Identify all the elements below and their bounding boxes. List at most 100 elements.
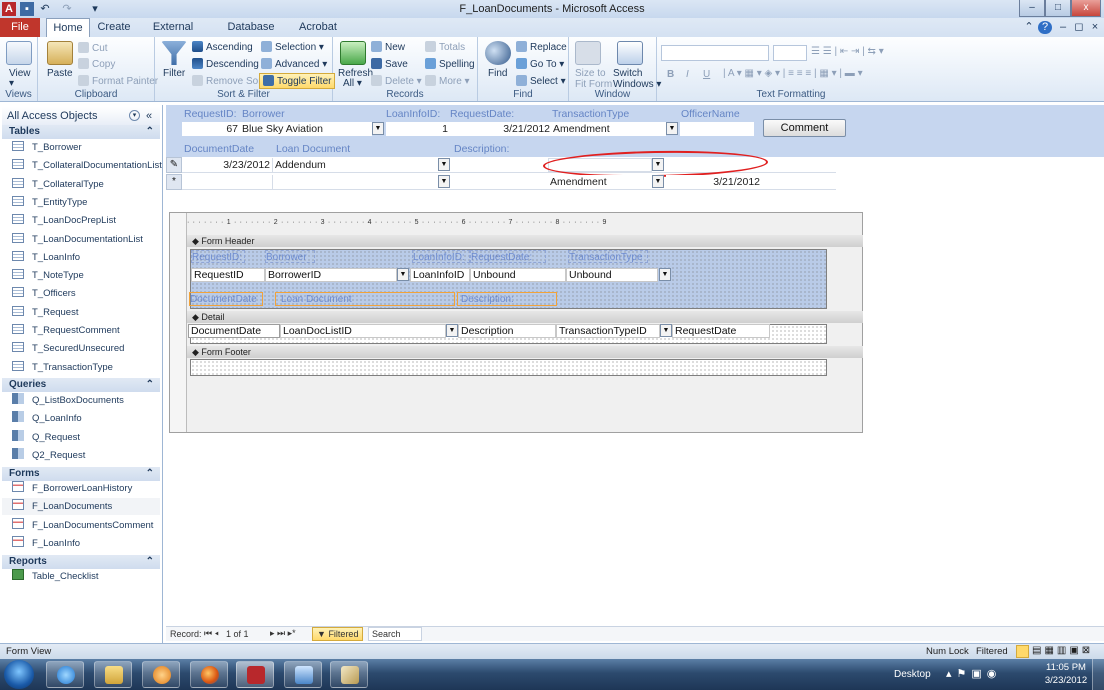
row2-description[interactable] (452, 175, 546, 189)
select-button[interactable]: Select ▾ (516, 75, 566, 87)
desktop-toolbar[interactable]: Desktop (894, 669, 931, 680)
nav-item-f_loandocumentscomment[interactable]: F_LoanDocumentsComment (12, 517, 153, 534)
copy-button[interactable]: Copy (78, 58, 115, 70)
font-size-combo[interactable] (773, 45, 807, 61)
toggle-filter-button[interactable]: Toggle Filter (259, 73, 336, 89)
comment-button[interactable]: Comment (763, 119, 846, 137)
officername-field[interactable] (680, 122, 754, 136)
borrower-combo[interactable]: Blue Sky Aviation (240, 122, 372, 136)
goto-button[interactable]: Go To ▾ (516, 58, 564, 70)
taskbar-media-player[interactable] (142, 661, 180, 688)
design-ctl-transactiontype[interactable]: Unbound (566, 268, 658, 282)
nav-section-tables[interactable]: Tables ⌃ (2, 125, 160, 139)
underline-button[interactable]: U (703, 69, 710, 80)
tray-icons[interactable]: ▴⚑▣◉ (946, 667, 1001, 680)
first-record-icon[interactable]: ⏮ ◂ (204, 628, 219, 639)
taskbar-remote[interactable] (284, 661, 322, 688)
design-detail-section[interactable]: ◆ Detail (187, 311, 863, 323)
nav-item-t_loandocpreplist[interactable]: T_LoanDocPrepList (12, 212, 116, 229)
nav-item-t_request[interactable]: T_Request (12, 304, 78, 321)
row2-type-combo[interactable]: Amendment (548, 175, 652, 189)
design-label-requestdate[interactable]: RequestDate: (470, 250, 546, 263)
paste-button[interactable]: Paste (47, 68, 73, 79)
record-selector-new[interactable]: * (166, 174, 182, 190)
close-button[interactable]: x (1071, 0, 1101, 17)
refresh-all-button[interactable]: All ▾ (343, 78, 362, 89)
nav-item-t_loaninfo[interactable]: T_LoanInfo (12, 249, 80, 266)
nav-item-t_requestcomment[interactable]: T_RequestComment (12, 322, 120, 339)
nav-item-t_notetype[interactable]: T_NoteType (12, 267, 84, 284)
size-to-fit-button[interactable]: Size to Fit Form (575, 68, 612, 90)
tab-home[interactable]: Home (46, 18, 90, 37)
cut-button[interactable]: Cut (78, 42, 108, 54)
taskbar-paint[interactable] (330, 661, 368, 688)
row2-date[interactable]: 3/21/2012 (666, 175, 762, 189)
design-ctl-requestid[interactable]: RequestID (191, 268, 265, 282)
design-ctl-requestdate[interactable]: Unbound (470, 268, 566, 282)
nav-pane-header[interactable]: All Access Objects ▾ « (2, 107, 160, 125)
show-desktop-button[interactable] (1092, 659, 1104, 690)
filtered-toggle[interactable]: ▼ Filtered (312, 627, 364, 641)
design-label-requestid[interactable]: RequestID: (191, 250, 245, 263)
design-ctl-transactiontypeid[interactable]: TransactionTypeID (556, 324, 660, 338)
switch-windows-button[interactable]: Switch Windows ▾ (613, 68, 661, 90)
shutter-bar-icon[interactable]: « (146, 107, 152, 125)
form-view-icon[interactable] (1016, 645, 1029, 658)
nav-item-f_loaninfo[interactable]: F_LoanInfo (12, 535, 80, 552)
design-ctl-description[interactable]: Description (458, 324, 556, 338)
ascending-button[interactable]: Ascending (192, 41, 253, 53)
record-position[interactable]: 1 of 1 (226, 629, 249, 639)
italic-button[interactable]: I (686, 69, 689, 80)
taskbar-ie[interactable] (46, 661, 84, 688)
nav-item-table_checklist[interactable]: Table_Checklist (12, 568, 99, 585)
descending-button[interactable]: Descending (192, 58, 259, 70)
doc-close-icon[interactable]: × (1088, 18, 1102, 37)
filter-button[interactable]: Filter (163, 68, 185, 79)
design-ctl-borrowerid[interactable]: BorrowerID (265, 268, 397, 282)
nav-item-t_securedunsecured[interactable]: T_SecuredUnsecured (12, 340, 124, 357)
nav-section-reports[interactable]: Reports ⌃ (2, 555, 160, 569)
row2-loandocument[interactable] (272, 175, 438, 189)
nav-item-q_listboxdocuments[interactable]: Q_ListBoxDocuments (12, 392, 124, 409)
nav-item-t_entitytype[interactable]: T_EntityType (12, 194, 87, 211)
nav-dropdown-icon[interactable]: ▾ (129, 110, 140, 121)
doc-minimize-icon[interactable]: – (1056, 18, 1070, 37)
design-label-transactiontype[interactable]: TransactionType (568, 250, 648, 263)
delete-record-button[interactable]: Delete ▾ (371, 75, 422, 87)
nav-item-t_borrower[interactable]: T_Borrower (12, 139, 82, 156)
clock-time[interactable]: 11:05 PM (1045, 662, 1087, 673)
design-label-loandocument[interactable]: Loan Document (275, 292, 455, 306)
design-transactiontype-dropdown-icon[interactable]: ▼ (659, 268, 671, 281)
nav-item-q_loaninfo[interactable]: Q_LoanInfo (12, 410, 82, 427)
advanced-button[interactable]: Advanced ▾ (261, 58, 327, 70)
help-icon[interactable]: ? (1038, 21, 1052, 34)
search-box[interactable]: Search (368, 627, 422, 641)
replace-button[interactable]: Replace (516, 41, 567, 53)
clock-date[interactable]: 3/23/2012 (1043, 675, 1089, 686)
design-ctl-documentdate[interactable]: DocumentDate (188, 324, 280, 338)
design-label-loaninfoid[interactable]: LoanInfoID: (412, 250, 470, 263)
design-ctl-loandoclistid[interactable]: LoanDocListID (280, 324, 446, 338)
design-borrower-dropdown-icon[interactable]: ▼ (397, 268, 409, 281)
taskbar-firefox[interactable] (190, 661, 228, 688)
start-button[interactable] (4, 660, 34, 689)
minimize-button[interactable]: – (1019, 0, 1045, 17)
record-selector-edit[interactable]: ✎ (166, 157, 182, 173)
tab-external-data[interactable]: External Data (142, 18, 204, 52)
transactiontype-combo[interactable]: Amendment (552, 122, 666, 136)
nav-item-t_collateraldocumentationlist[interactable]: T_CollateralDocumentationList (12, 157, 162, 174)
tab-database-tools[interactable]: Database Tools (214, 18, 288, 52)
ribbon-minimize-icon[interactable]: ⌃ (1022, 18, 1036, 37)
design-form-footer[interactable]: ◆ Form Footer (187, 346, 863, 358)
design-ctl-loaninfoid[interactable]: LoanInfoID (410, 268, 470, 282)
requestid-field[interactable]: 67 (182, 122, 240, 136)
font-color-icons[interactable]: | A ▾ ▦ ▾ ◈ ▾ | ≡ ≡ ≡ | ▦ ▾ | ▬ ▾ (723, 68, 863, 79)
find-button[interactable]: Find (488, 68, 507, 79)
design-form-header[interactable]: ◆ Form Header (187, 235, 863, 247)
borrower-dropdown-icon[interactable]: ▼ (372, 122, 384, 135)
spelling-button[interactable]: Spelling (425, 58, 475, 70)
tab-file[interactable]: File (0, 18, 40, 37)
row2-type-dropdown-icon[interactable]: ▼ (652, 175, 664, 188)
nav-item-t_transactiontype[interactable]: T_TransactionType (12, 359, 113, 376)
design-label-documentdate[interactable]: DocumentDate (189, 292, 263, 306)
